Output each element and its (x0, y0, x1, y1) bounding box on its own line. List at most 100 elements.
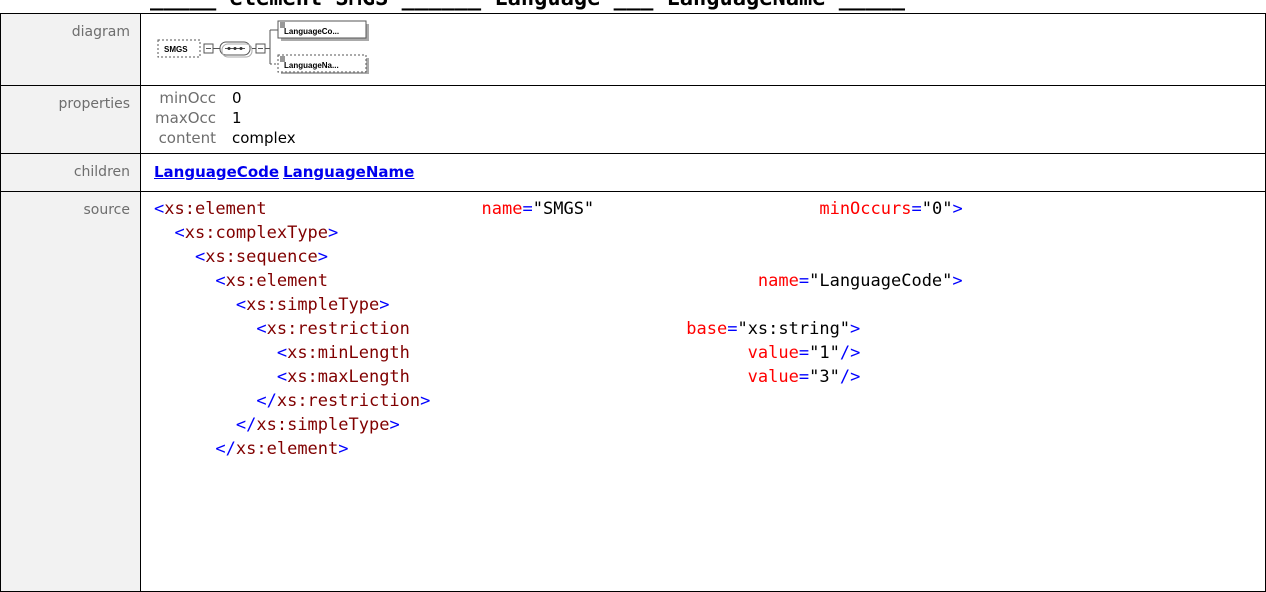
tag-name: xs:restriction (276, 391, 421, 411)
property-row: content complex (154, 129, 1265, 149)
attr-value: "0" (921, 199, 953, 219)
properties-row: properties minOcc 0 maxOcc 1 content comple… (0, 85, 1266, 154)
source-line: <xs:element name="SMGS" minOccurs="0"> (154, 197, 1264, 221)
property-key: content (158, 129, 216, 147)
attr-value: "3" (809, 367, 840, 387)
tag-bracket: < (276, 343, 288, 363)
source-line: <xs:maxLength value="3"/> (154, 365, 1264, 389)
source-line: </xs:simpleType> (154, 413, 1264, 437)
attr-name: name (757, 271, 799, 291)
property-key: minOcc (159, 89, 216, 107)
tag-bracket: < (154, 199, 165, 219)
properties-cell: minOcc 0 maxOcc 1 content complex (140, 85, 1266, 154)
attr-name: base (686, 319, 728, 339)
tag-name: xs:complexType (184, 223, 329, 243)
tag-bracket: > (379, 295, 390, 315)
tag-name: xs:sequence (205, 247, 318, 267)
property-value: 0 (232, 89, 242, 107)
tag-bracket: /> (839, 367, 861, 387)
tag-bracket: </ (235, 415, 257, 435)
tag-bracket: < (194, 247, 206, 267)
attr-equals: = (911, 199, 922, 219)
row-label: children (0, 153, 141, 192)
tag-name: xs:simpleType (256, 415, 390, 435)
attr-value: "SMGS" (532, 199, 595, 219)
children-cell: LanguageCode LanguageName (140, 153, 1266, 192)
source-row: source <xs:element name="SMGS" minOccurs… (0, 191, 1266, 592)
source-cell: <xs:element name="SMGS" minOccurs="0"> <… (140, 191, 1266, 592)
tag-bracket: > (952, 199, 963, 219)
attr-name: value (747, 367, 799, 387)
row-label: diagram (0, 13, 141, 86)
schema-diagram[interactable]: SMGS LanguageCo... LanguageNa... (154, 14, 394, 74)
tag-bracket: > (328, 223, 339, 243)
tag-bracket: > (952, 271, 963, 291)
tag-name: xs:simpleType (246, 295, 380, 315)
tag-bracket: </ (256, 391, 277, 411)
property-key: maxOcc (155, 109, 216, 127)
attr-name: minOccurs (819, 199, 912, 219)
child-element-label: LanguageNa... (284, 61, 339, 70)
attr-value: "1" (809, 343, 840, 363)
property-value: complex (232, 129, 296, 147)
element-doc-table: diagram SMGS LanguageCo... LanguageNa...… (0, 13, 1266, 592)
property-value: 1 (232, 109, 242, 127)
tag-bracket: < (215, 271, 226, 291)
tag-bracket: < (174, 223, 185, 243)
tag-bracket: </ (215, 439, 236, 459)
tag-bracket: < (276, 367, 288, 387)
attr-equals: = (798, 367, 810, 387)
diagram-cell: SMGS LanguageCo... LanguageNa... (140, 13, 1266, 86)
tag-bracket: > (317, 247, 329, 267)
source-line: <xs:restriction base="xs:string"> (154, 317, 1264, 341)
tag-bracket: > (850, 319, 861, 339)
tag-name: xs:element (225, 271, 329, 291)
children-row: children LanguageCode LanguageName (0, 153, 1266, 192)
source-line: <xs:minLength value="1"/> (154, 341, 1264, 365)
source-line: <xs:sequence> (154, 245, 1264, 269)
tag-bracket: > (420, 391, 431, 411)
diagram-row: diagram SMGS LanguageCo... LanguageNa... (0, 13, 1266, 86)
tag-bracket: > (338, 439, 349, 459)
source-line: <xs:element name="LanguageCode"> (154, 269, 1264, 293)
source-code: <xs:element name="SMGS" minOccurs="0"> <… (154, 192, 1264, 461)
tag-name: xs:element (164, 199, 267, 219)
tag-bracket: > (389, 415, 400, 435)
row-label: properties (0, 85, 141, 154)
tag-bracket: < (235, 295, 247, 315)
root-element-label: SMGS (164, 45, 188, 54)
attr-equals: = (798, 343, 810, 363)
attr-value: "xs:string" (737, 319, 851, 339)
attr-value: "LanguageCode" (809, 271, 953, 291)
tag-name: xs:element (235, 439, 339, 459)
property-row: maxOcc 1 (154, 109, 1265, 129)
attr-equals: = (727, 319, 738, 339)
child-link-languagename[interactable]: LanguageName (283, 163, 414, 181)
tag-bracket: < (256, 319, 267, 339)
attr-name: value (747, 343, 799, 363)
tag-name: xs:minLength (287, 343, 410, 363)
source-line: </xs:restriction> (154, 389, 1264, 413)
row-label: source (0, 191, 141, 592)
child-link-languagecode[interactable]: LanguageCode (154, 163, 279, 181)
attr-equals: = (798, 271, 810, 291)
tag-bracket: /> (839, 343, 861, 363)
properties-list: minOcc 0 maxOcc 1 content complex (154, 86, 1265, 149)
child-element-label: LanguageCo... (284, 27, 339, 36)
property-row: minOcc 0 (154, 89, 1265, 109)
tag-name: xs:restriction (266, 319, 410, 339)
attr-name: name (481, 199, 523, 219)
source-line: </xs:element> (154, 437, 1264, 461)
